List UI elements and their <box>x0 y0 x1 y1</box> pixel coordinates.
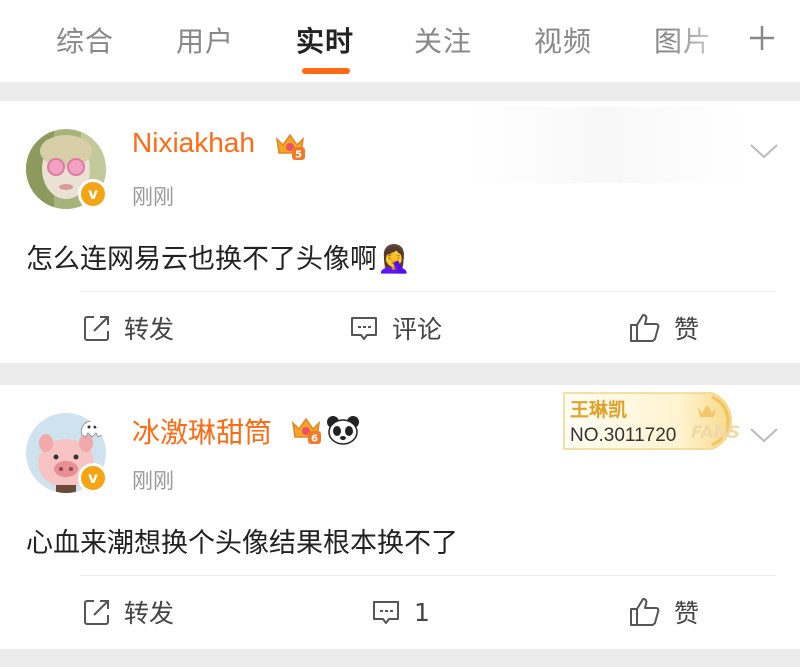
post-actions: 转发 1 赞 <box>0 577 800 647</box>
repost-icon <box>84 316 109 341</box>
repost-label: 转发 <box>124 599 175 628</box>
fans-star-name: 王琳凯 <box>570 399 628 421</box>
like-label: 赞 <box>674 315 700 344</box>
thumbs-up-icon <box>630 314 660 342</box>
tab-following[interactable]: 关注 <box>414 20 472 60</box>
tab-videos[interactable]: 视频 <box>534 20 592 60</box>
comment-button[interactable]: 1 <box>370 577 430 647</box>
like-button[interactable]: 赞 <box>628 577 699 647</box>
tab-fade <box>670 0 740 80</box>
level-number: 6 <box>311 434 318 445</box>
comment-button[interactable]: 评论 <box>348 293 442 363</box>
fans-badge[interactable]: 王琳凯 NO.3011720 FANS <box>562 389 748 453</box>
verified-badge-icon: v <box>78 179 108 209</box>
repost-label: 转发 <box>124 315 175 344</box>
username[interactable]: Nixiakhah <box>132 127 255 159</box>
thumbs-up-icon <box>630 598 660 626</box>
placeholder-area <box>466 107 746 183</box>
level-number: 5 <box>295 150 302 161</box>
post-actions: 转发 评论 赞 <box>0 293 800 363</box>
divider <box>80 291 776 292</box>
crown-level-icon: 5 <box>275 133 305 161</box>
panda-icon <box>327 416 359 445</box>
comment-icon <box>351 317 377 340</box>
tab-bar: 综合 用户 实时 关注 视频 图片 <box>0 0 800 82</box>
post-time: 刚刚 <box>132 185 174 209</box>
divider <box>80 575 776 576</box>
active-tab-indicator <box>302 68 350 74</box>
like-button[interactable]: 赞 <box>628 293 699 363</box>
tab-users[interactable]: 用户 <box>176 20 234 60</box>
post-content: 怎么连网易云也换不了头像啊🤦‍♀️ <box>26 244 411 275</box>
tab-comprehensive[interactable]: 综合 <box>56 20 114 60</box>
post-content: 心血来潮想换个头像结果根本换不了 <box>26 528 458 559</box>
username[interactable]: 冰激琳甜筒 <box>132 411 272 451</box>
repost-button[interactable]: 转发 <box>82 293 174 363</box>
post-time: 刚刚 <box>132 469 174 493</box>
comment-label: 评论 <box>392 315 443 344</box>
feed-post[interactable]: v Nixiakhah 5 刚刚 怎么连网易云也换不了头像啊🤦‍♀️ 转发 <box>0 101 800 363</box>
repost-icon <box>84 600 109 625</box>
comment-icon <box>373 601 399 624</box>
fans-label: FANS <box>690 423 740 443</box>
tab-realtime[interactable]: 实时 <box>296 20 354 60</box>
plus-icon[interactable] <box>746 18 778 58</box>
verified-badge-icon: v <box>78 463 108 493</box>
chevron-down-icon[interactable] <box>748 425 780 445</box>
comment-count: 1 <box>414 597 430 627</box>
fans-number: NO.3011720 <box>570 425 677 446</box>
like-label: 赞 <box>674 599 700 628</box>
repost-button[interactable]: 转发 <box>82 577 174 647</box>
chevron-down-icon[interactable] <box>748 141 780 161</box>
crown-level-icon: 6 <box>291 417 321 445</box>
feed-post[interactable]: v 冰激琳甜筒 6 刚刚 王琳凯 NO.3011720 FANS 心血来潮想换个… <box>0 385 800 649</box>
